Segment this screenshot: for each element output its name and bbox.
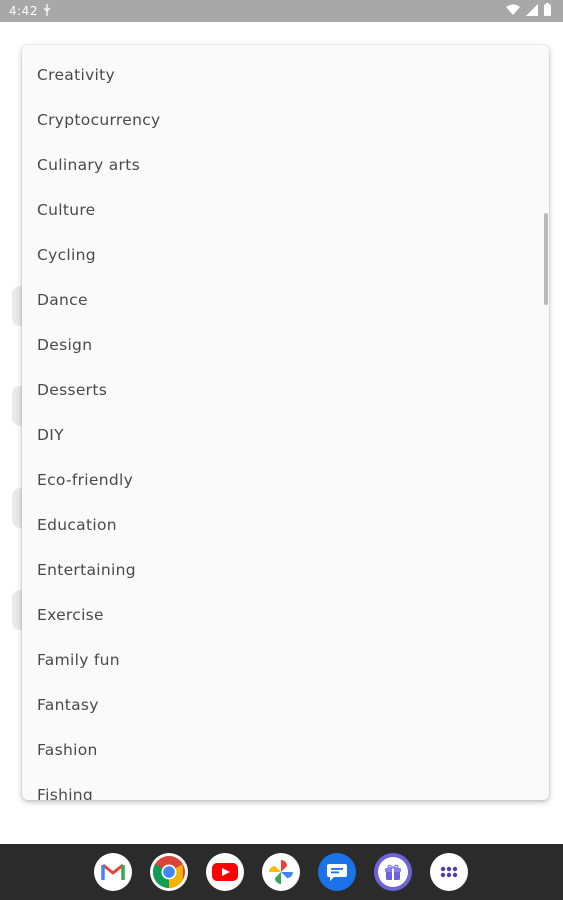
dropdown-item-exercise[interactable]: Exercise — [22, 593, 549, 638]
gmail-icon[interactable] — [94, 853, 132, 891]
signal-icon — [526, 3, 538, 16]
dropdown-item-eco-friendly[interactable]: Eco-friendly — [22, 458, 549, 503]
dropdown-list: Creativity Cryptocurrency Culinary arts … — [22, 53, 549, 800]
dropdown-item-culinary-arts[interactable]: Culinary arts — [22, 143, 549, 188]
dropdown-item-diy[interactable]: DIY — [22, 413, 549, 458]
nav-bar — [0, 844, 563, 900]
dropdown-menu[interactable]: Creativity Cryptocurrency Culinary arts … — [22, 45, 549, 800]
scrollbar-thumb[interactable] — [544, 213, 548, 305]
dropdown-item-family-fun[interactable]: Family fun — [22, 638, 549, 683]
youtube-icon[interactable] — [206, 853, 244, 891]
usb-icon — [43, 4, 51, 19]
status-icons — [506, 3, 551, 16]
dropdown-item-design[interactable]: Design — [22, 323, 549, 368]
dropdown-item-fishing[interactable]: Fishing — [22, 773, 549, 800]
dropdown-item-fashion[interactable]: Fashion — [22, 728, 549, 773]
messages-icon[interactable] — [318, 853, 356, 891]
wifi-icon — [506, 4, 520, 16]
dropdown-item-creativity[interactable]: Creativity — [22, 53, 549, 98]
gift-icon[interactable] — [374, 853, 412, 891]
dropdown-item-desserts[interactable]: Desserts — [22, 368, 549, 413]
dropdown-item-culture[interactable]: Culture — [22, 188, 549, 233]
dropdown-item-education[interactable]: Education — [22, 503, 549, 548]
app-dock — [94, 853, 468, 891]
chrome-icon[interactable] — [150, 853, 188, 891]
photos-icon[interactable] — [262, 853, 300, 891]
dropdown-item-entertaining[interactable]: Entertaining — [22, 548, 549, 593]
status-time: 4:42 — [9, 4, 38, 18]
battery-icon — [544, 3, 551, 16]
dropdown-item-cycling[interactable]: Cycling — [22, 233, 549, 278]
dropdown-item-cryptocurrency[interactable]: Cryptocurrency — [22, 98, 549, 143]
app-drawer-icon[interactable] — [430, 853, 468, 891]
dropdown-item-fantasy[interactable]: Fantasy — [22, 683, 549, 728]
dropdown-item-dance[interactable]: Dance — [22, 278, 549, 323]
status-bar: 4:42 — [0, 0, 563, 22]
